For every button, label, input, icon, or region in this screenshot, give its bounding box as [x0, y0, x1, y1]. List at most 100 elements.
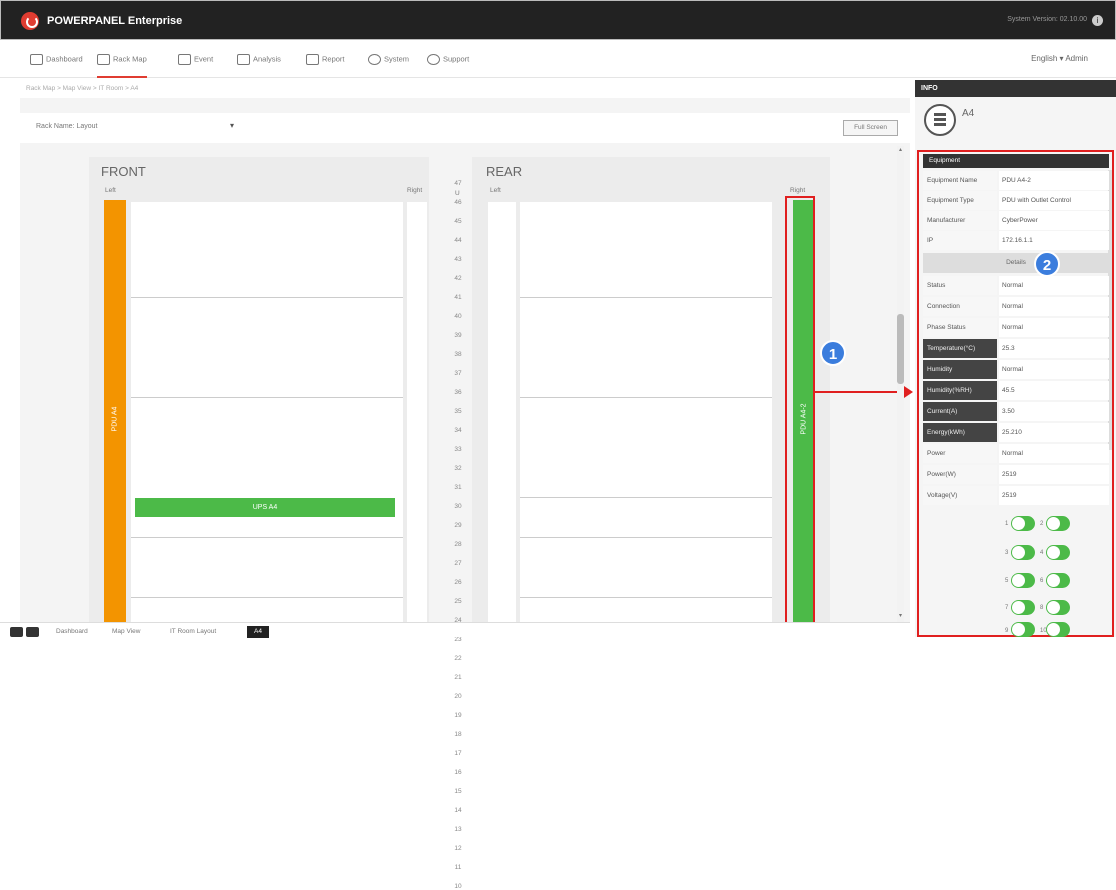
outlet-toggle[interactable] — [1011, 622, 1035, 637]
nav-label: Support — [443, 54, 470, 64]
rear-title: REAR — [486, 164, 523, 179]
rear-pdu-highlight — [785, 196, 815, 627]
front-slot-line — [131, 397, 403, 398]
details-button[interactable]: Details — [923, 253, 1109, 273]
front-pdu-device[interactable]: PDU A4 — [104, 200, 126, 637]
front-slot-line — [131, 297, 403, 298]
full-screen-button[interactable]: Full Screen — [843, 120, 898, 136]
rack-unit-number: 10 — [454, 883, 462, 890]
front-slot-line — [131, 537, 403, 538]
front-right-rail — [407, 202, 427, 637]
front-right-label: Right — [407, 187, 423, 194]
scroll-down-icon[interactable]: ▾ — [897, 612, 904, 620]
row-value: 172.16.1.1 — [999, 231, 1109, 250]
grid-view-icon[interactable] — [10, 627, 23, 637]
rack-unit-number: 43 — [454, 256, 462, 263]
outlet-toggle[interactable] — [1011, 516, 1035, 531]
outlet-label: 7 — [1005, 605, 1009, 611]
outlet-toggle[interactable] — [1011, 600, 1035, 615]
rack-select-label[interactable]: Rack Name: Layout — [36, 123, 97, 130]
rack-unit-number: 47 — [454, 180, 462, 187]
outlet-toggle[interactable] — [1046, 600, 1070, 615]
chevron-down-icon[interactable]: ▾ — [230, 121, 234, 130]
nav-label: Report — [322, 54, 345, 64]
outlet-toggle[interactable] — [1011, 573, 1035, 588]
nav-event[interactable]: Event — [178, 54, 213, 78]
row-value: 3.50 — [999, 402, 1109, 421]
nav-rack-map[interactable]: Rack Map — [97, 54, 147, 78]
outlet-toggle[interactable] — [1011, 545, 1035, 560]
footer-tab-active[interactable]: A4 — [247, 626, 269, 638]
rack-scrollbar[interactable] — [897, 146, 904, 637]
row-key: Humidity(%RH) — [923, 381, 997, 400]
rack-toolbar: Rack Name: Layout ▾ Full Screen — [20, 113, 910, 143]
front-title: FRONT — [101, 164, 146, 179]
status-row: Temperature(°C) 25.3 — [923, 339, 1109, 359]
rack-unit-number: 40 — [454, 313, 462, 320]
status-row: Connection Normal — [923, 297, 1109, 317]
gear-icon — [368, 54, 381, 65]
equipment-row: Equipment Type PDU with Outlet Control — [923, 191, 1109, 211]
info-icon[interactable]: i — [1092, 15, 1103, 26]
rear-slot-line — [520, 297, 772, 298]
rack-unit-number: 41 — [454, 294, 462, 301]
rear-slot-line — [520, 597, 772, 598]
footer-tabs: Dashboard Map View IT Room Layout A4 — [0, 622, 910, 638]
rack-unit-number: 46 — [454, 199, 462, 206]
rack-unit-number: 36 — [454, 389, 462, 396]
nav-report[interactable]: Report — [306, 54, 345, 78]
rear-slot-area — [520, 202, 772, 637]
status-row: Humidity(%RH) 45.5 — [923, 381, 1109, 401]
outlet-toggle[interactable] — [1046, 545, 1070, 560]
outlet-toggle[interactable] — [1046, 622, 1070, 637]
rear-slot-line — [520, 397, 772, 398]
outlet-label: 2 — [1040, 521, 1044, 527]
rack-unit-number: 34 — [454, 427, 462, 434]
outlet-label: 8 — [1040, 605, 1044, 611]
front-pdu-label: PDU A4 — [111, 406, 119, 431]
nav-system[interactable]: System — [368, 54, 409, 78]
row-key: Equipment Type — [923, 191, 997, 210]
rack-unit-number: 18 — [454, 731, 462, 738]
rack-unit-number: 44 — [454, 237, 462, 244]
rack-unit-number: 32 — [454, 465, 462, 472]
row-value: PDU with Outlet Control — [999, 191, 1109, 210]
status-row: Phase Status Normal — [923, 318, 1109, 338]
outlet-label: 3 — [1005, 550, 1009, 556]
breadcrumb[interactable]: Rack Map > Map View > IT Room > A4 — [26, 85, 138, 92]
rack-unit-number: 23 — [454, 636, 462, 643]
cloud-icon — [30, 54, 43, 65]
nav-analysis[interactable]: Analysis — [237, 54, 281, 78]
list-view-icon[interactable] — [26, 627, 39, 637]
outlet-toggle[interactable] — [1046, 573, 1070, 588]
nav-support[interactable]: Support — [427, 54, 469, 78]
rack-id: A4 — [962, 108, 975, 119]
row-key: Current(A) — [923, 402, 997, 421]
row-value: Normal — [999, 360, 1109, 379]
outlet-toggle[interactable] — [1046, 516, 1070, 531]
rack-unit-number: 28 — [454, 541, 462, 548]
nav-label: Event — [194, 54, 214, 64]
rear-slot-line — [520, 497, 772, 498]
rack-unit-numbers: 47 46 45 44 43 42 41 40 39 38 37 36 35 34 33 32 31 30 29 28… — [448, 180, 468, 890]
user-menu[interactable]: English ▾ Admin — [1031, 54, 1088, 63]
footer-tab[interactable]: Map View — [112, 628, 140, 635]
status-row: Humidity Normal — [923, 360, 1109, 380]
rack-unit-number: 20 — [454, 693, 462, 700]
row-key: Phase Status — [923, 318, 997, 337]
rack-unit-number: 30 — [454, 503, 462, 510]
row-key: Humidity — [923, 360, 997, 379]
chart-icon — [237, 54, 250, 65]
ups-device[interactable]: UPS A4 — [135, 498, 395, 517]
title-bar: POWERPANEL Enterprise System Version: 02… — [0, 0, 1116, 40]
rack-unit-number: 15 — [454, 788, 462, 795]
scroll-thumb[interactable] — [897, 314, 904, 384]
row-value: Normal — [999, 444, 1109, 463]
scroll-up-icon[interactable]: ▴ — [897, 146, 904, 154]
footer-tab[interactable]: Dashboard — [56, 628, 88, 635]
row-key: Power — [923, 444, 997, 463]
rack-unit-number: 12 — [454, 845, 462, 852]
status-row: Status Normal — [923, 276, 1109, 296]
footer-tab[interactable]: IT Room Layout — [170, 628, 216, 635]
nav-dashboard[interactable]: Dashboard — [30, 54, 83, 78]
